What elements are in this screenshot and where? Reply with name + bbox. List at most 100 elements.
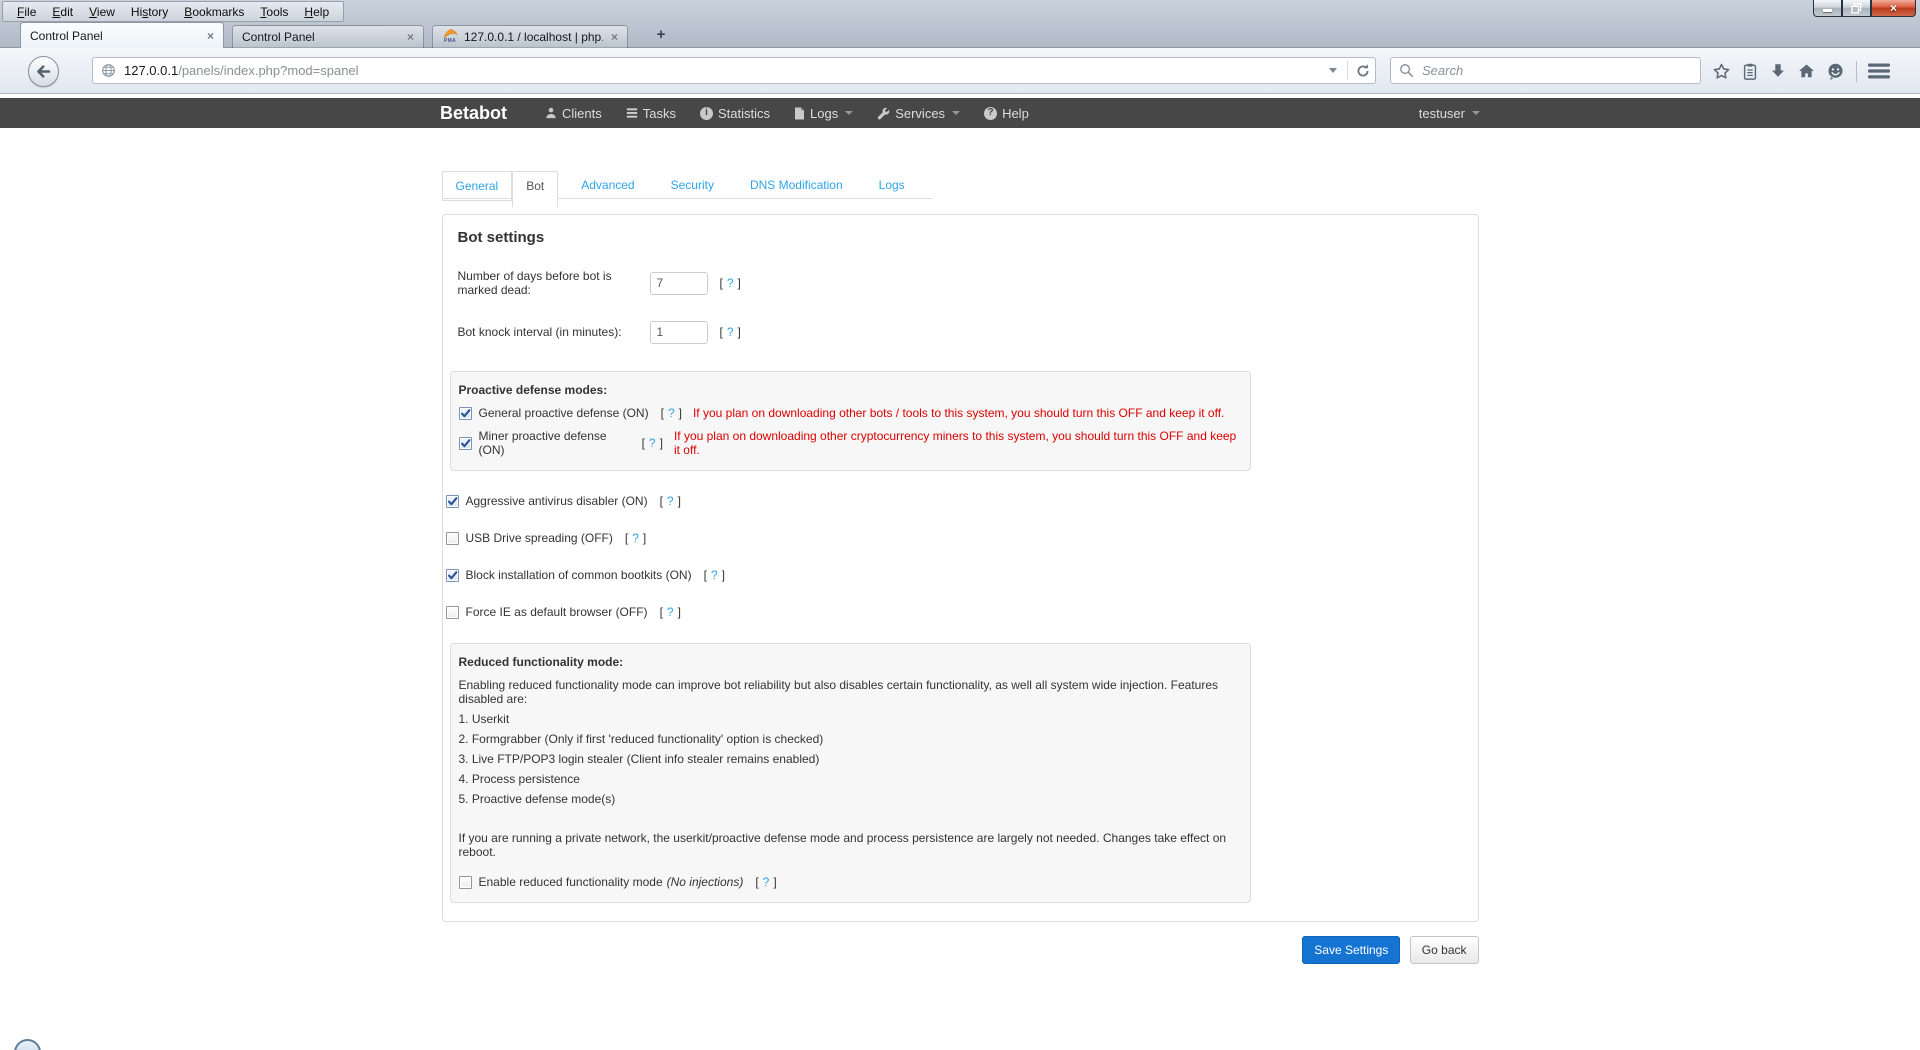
block-bootkits-checkbox[interactable]: [445, 568, 459, 582]
url-path: /panels/index.php?mod=spanel: [178, 63, 359, 78]
tab-title: Control Panel: [30, 28, 103, 43]
reduced-functionality-box: Reduced functionality mode: Enabling red…: [449, 643, 1251, 903]
help-link[interactable]: ?: [667, 494, 674, 508]
help-marker: [?]: [659, 605, 681, 619]
browser-nav-toolbar: 127.0.0.1/panels/index.php?mod=spanel Se…: [0, 48, 1920, 94]
menu-file[interactable]: File: [9, 3, 44, 21]
settings-tabs: General Bot Advanced Security DNS Modifi…: [441, 171, 932, 207]
nav-item-clients[interactable]: Clients: [533, 98, 614, 128]
browser-tab-3[interactable]: PMA 127.0.0.1 / localhost | php... ×: [432, 25, 628, 48]
help-link[interactable]: ?: [668, 406, 675, 420]
downloads-button[interactable]: [1764, 62, 1792, 80]
browser-chrome: File Edit View History Bookmarks Tools H…: [0, 0, 1920, 94]
force-ie-checkbox[interactable]: [445, 605, 459, 619]
nav-item-tasks[interactable]: Tasks: [614, 98, 688, 128]
help-link[interactable]: ?: [727, 276, 734, 290]
nav-label: Clients: [562, 105, 602, 121]
menu-help[interactable]: Help: [296, 3, 337, 21]
help-link[interactable]: ?: [667, 605, 674, 619]
username: testuser: [1418, 105, 1465, 121]
tab-close-icon[interactable]: ×: [207, 30, 214, 42]
browser-tab-2[interactable]: Control Panel ×: [232, 25, 424, 48]
tab-close-icon[interactable]: ×: [611, 31, 618, 43]
question-icon: ?: [984, 106, 998, 120]
antivirus-disabler-checkbox[interactable]: [445, 494, 459, 508]
minimize-button[interactable]: [1813, 0, 1842, 17]
menu-history[interactable]: History: [123, 3, 176, 21]
help-marker: [?]: [660, 406, 682, 420]
help-link[interactable]: ?: [763, 875, 770, 889]
tab-security[interactable]: Security: [658, 171, 727, 199]
browser-tabstrip: Control Panel × Control Panel × PMA 127.…: [0, 22, 1920, 48]
option-enable-reduced-mode: Enable reduced functionality mode (No in…: [458, 875, 1242, 889]
chat-button[interactable]: [1821, 62, 1850, 81]
menu-view[interactable]: View: [81, 3, 123, 21]
browser-menubar: File Edit View History Bookmarks Tools H…: [2, 1, 345, 22]
days-before-dead-input[interactable]: [649, 271, 708, 295]
help-marker: [?]: [755, 875, 777, 889]
back-button[interactable]: [28, 56, 59, 87]
close-button[interactable]: ×: [1871, 0, 1916, 17]
new-tab-button[interactable]: +: [648, 26, 674, 45]
tab-title: 127.0.0.1 / localhost | php...: [464, 30, 603, 44]
bookmarks-list-button[interactable]: [1736, 62, 1764, 81]
url-bar[interactable]: 127.0.0.1/panels/index.php?mod=spanel: [92, 57, 1376, 84]
disabled-feature-item: 5. Proactive defense mode(s): [458, 792, 616, 806]
brand-logo[interactable]: Betabot: [440, 103, 507, 124]
tab-logs[interactable]: Logs: [866, 171, 918, 199]
menu-tools[interactable]: Tools: [252, 3, 296, 21]
reload-icon[interactable]: [1355, 63, 1371, 79]
option-usb-spreading: USB Drive spreading (OFF) [?]: [445, 531, 1478, 545]
field-label: Number of days before bot is marked dead…: [457, 269, 612, 297]
nav-item-logs[interactable]: Logs: [782, 98, 865, 128]
reduced-mode-checkbox[interactable]: [458, 875, 472, 889]
minimize-icon: [1823, 8, 1832, 12]
option-miner-proactive-defense: Miner proactive defense (ON) [?] If you …: [458, 429, 1242, 457]
back-arrow-icon: [37, 65, 51, 78]
toolbar-icons: [1707, 57, 1895, 85]
toolbar-divider: [1856, 60, 1857, 82]
go-back-button[interactable]: Go back: [1409, 936, 1479, 964]
checkbox-label: Force IE as default browser (OFF): [465, 605, 648, 619]
knock-interval-input[interactable]: [649, 320, 708, 344]
tab-close-icon[interactable]: ×: [407, 31, 414, 43]
home-button[interactable]: [1792, 62, 1821, 80]
help-link[interactable]: ?: [632, 531, 639, 545]
tab-general[interactable]: General: [441, 171, 513, 201]
menu-bookmarks[interactable]: Bookmarks: [176, 3, 252, 21]
bookmark-star-button[interactable]: [1707, 62, 1736, 81]
user-icon: [546, 107, 556, 119]
nav-item-help[interactable]: ? Help: [972, 98, 1041, 128]
user-menu[interactable]: testuser: [1419, 106, 1480, 121]
app-menu-button[interactable]: [1863, 63, 1895, 79]
tab-bot[interactable]: Bot: [512, 171, 559, 207]
list-icon: [626, 108, 637, 118]
nav-item-statistics[interactable]: i Statistics: [688, 98, 782, 128]
usb-spreading-checkbox[interactable]: [445, 531, 459, 545]
help-link[interactable]: ?: [649, 436, 656, 450]
browser-tab-1[interactable]: Control Panel ×: [20, 22, 224, 48]
checkbox-label: USB Drive spreading (OFF): [465, 531, 613, 545]
help-link[interactable]: ?: [711, 568, 718, 582]
help-marker: [?]: [703, 568, 725, 582]
nav-label: Statistics: [717, 105, 770, 121]
miner-proactive-defense-checkbox[interactable]: [458, 436, 472, 450]
restore-button[interactable]: [1842, 0, 1871, 17]
notification-bubble[interactable]: [14, 1039, 41, 1050]
menu-edit[interactable]: Edit: [44, 3, 81, 21]
field-knock-interval: Bot knock interval (in minutes): [?]: [458, 320, 1478, 344]
nav-item-services[interactable]: Services: [865, 98, 972, 128]
help-link[interactable]: ?: [727, 325, 734, 339]
search-placeholder: Search: [1422, 63, 1464, 78]
url-text: 127.0.0.1/panels/index.php?mod=spanel: [124, 63, 359, 78]
checkbox-label-emphasis: (No injections): [666, 875, 744, 889]
warning-text: If you plan on downloading other bots / …: [692, 406, 1225, 420]
option-force-ie: Force IE as default browser (OFF) [?]: [445, 605, 1478, 619]
search-bar[interactable]: Search: [1390, 57, 1701, 84]
save-settings-button[interactable]: Save Settings: [1302, 936, 1401, 964]
tab-dns-modification[interactable]: DNS Modification: [737, 171, 856, 199]
url-dropdown-icon[interactable]: [1329, 68, 1337, 73]
general-proactive-defense-checkbox[interactable]: [458, 406, 472, 420]
tab-advanced[interactable]: Advanced: [568, 171, 647, 199]
page-title: Bot settings: [457, 229, 545, 246]
